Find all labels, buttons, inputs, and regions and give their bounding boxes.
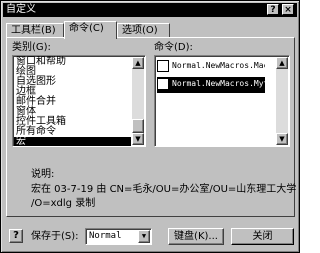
commands-label: 命令(D): xyxy=(154,42,193,53)
dialog-title: 自定义 xyxy=(6,4,36,15)
tab-toolbars-label: 工具栏(B) xyxy=(11,25,56,36)
save-in-select[interactable]: Normal ▼ xyxy=(85,228,152,245)
description-line-1: 宏在 03-7-19 由 CN=毛永/OU=办公室/OU=山东理工大学 xyxy=(31,184,297,195)
category-item[interactable]: 宏 xyxy=(14,137,131,146)
categories-items: 窗口和帮助 绘图 自选图形 边框 邮件合并 窗体 控件工具箱 所有命令宏 xyxy=(14,57,131,146)
tab-toolbars[interactable]: 工具栏(B) xyxy=(6,23,64,38)
macro-icon xyxy=(157,77,169,90)
description-line-2: /O=xdlg 录制 xyxy=(31,198,96,209)
chevron-down-icon[interactable]: ▼ xyxy=(138,230,150,243)
command-item-label: Normal.NewMacros.Mac xyxy=(172,61,265,70)
scroll-down-icon[interactable]: ▼ xyxy=(276,133,288,145)
command-item[interactable]: Normal.NewMacros.Mac xyxy=(157,59,265,75)
save-in-value: Normal xyxy=(89,231,122,241)
close-button[interactable]: 关闭 xyxy=(231,228,294,245)
categories-scrollbar[interactable]: ▲ ▼ xyxy=(132,57,144,145)
category-item[interactable]: 所有命令 xyxy=(14,127,131,137)
commands-list[interactable]: Normal.NewMacros.Mac Normal.NewMacros.My… xyxy=(154,55,290,147)
command-item-label: Normal.NewMacros.Myt xyxy=(172,79,265,88)
description-label: 说明: xyxy=(31,169,55,180)
scroll-up-icon[interactable]: ▲ xyxy=(276,57,288,69)
scroll-up-icon[interactable]: ▲ xyxy=(132,57,144,69)
tab-options-label: 选项(O) xyxy=(122,25,158,36)
tab-commands[interactable]: 命令(C) xyxy=(64,21,117,39)
help-icon[interactable]: ? xyxy=(9,229,23,243)
scroll-down-icon[interactable]: ▼ xyxy=(132,133,144,145)
commands-panel: 类别(G): 命令(D): 窗口和帮助 绘图 自选图形 边框 邮件合并 窗体 控件工具箱 所有… xyxy=(6,37,297,217)
command-item-selected[interactable]: Normal.NewMacros.Myt xyxy=(157,77,265,93)
title-bar[interactable]: 自定义 ? × xyxy=(3,3,297,17)
commands-scrollbar[interactable]: ▲ ▼ xyxy=(276,57,288,145)
save-in-label: 保存于(S): xyxy=(31,231,79,242)
keyboard-button[interactable]: 键盘(K)... xyxy=(168,228,224,245)
scroll-thumb[interactable] xyxy=(132,119,144,133)
categories-list[interactable]: 窗口和帮助 绘图 自选图形 边框 邮件合并 窗体 控件工具箱 所有命令宏 ▲ ▼ xyxy=(12,55,146,147)
tab-commands-label: 命令(C) xyxy=(69,23,104,34)
tab-options[interactable]: 选项(O) xyxy=(117,23,170,38)
categories-label: 类别(G): xyxy=(12,42,51,53)
close-title-button[interactable]: × xyxy=(282,4,294,15)
customize-dialog: 自定义 ? × 工具栏(B) 命令(C) 选项(O) 类别(G): 命令(D):… xyxy=(0,0,300,253)
macro-icon xyxy=(157,59,169,72)
help-title-button[interactable]: ? xyxy=(267,4,279,15)
